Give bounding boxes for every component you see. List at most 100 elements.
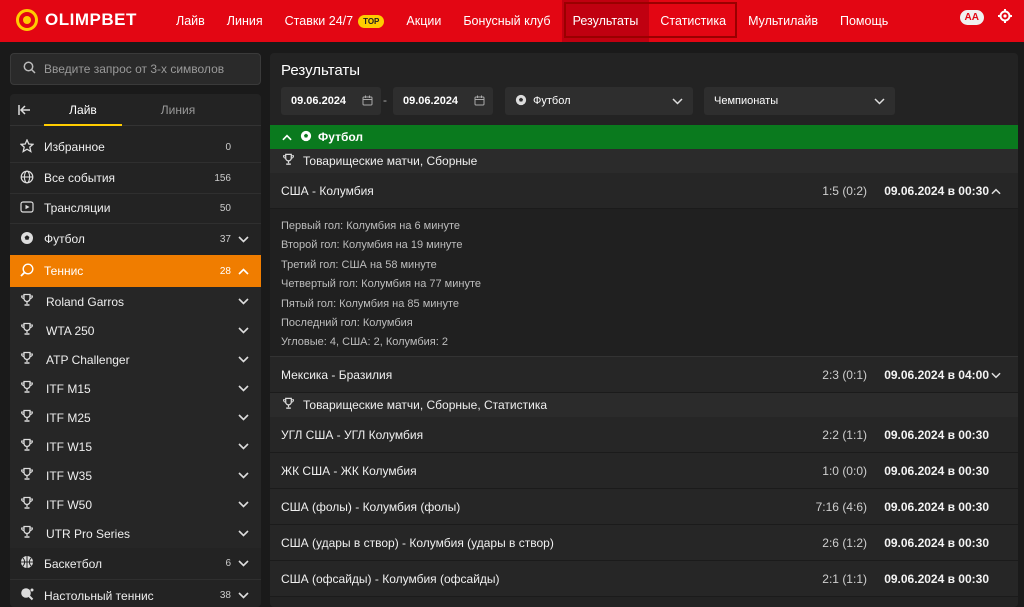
sidebar-item-count: 37 — [219, 233, 231, 245]
sidebar-item-label: ITF W35 — [46, 468, 93, 483]
soccer-ball-icon — [300, 130, 312, 145]
sidebar-subitem-itf-w50[interactable]: ITF W50 — [10, 490, 261, 519]
sidebar-item-label: Баскетбол — [44, 556, 102, 571]
chevron-down-icon[interactable] — [991, 368, 1001, 382]
tab-line[interactable]: Линия — [128, 103, 228, 117]
match-score: 1:5 (0:2) — [822, 183, 867, 198]
date-to-field[interactable]: 09.06.2024 — [393, 87, 493, 115]
date-to-value: 09.06.2024 — [403, 95, 459, 107]
settings-gear-icon[interactable] — [998, 9, 1012, 26]
sidebar-item-table-tennis[interactable]: Настольный теннис 38 — [10, 580, 261, 607]
chevron-up-icon[interactable] — [991, 184, 1001, 198]
sidebar-item-tennis[interactable]: Теннис 28 — [10, 255, 261, 287]
font-size-toggle[interactable]: AA — [959, 10, 984, 25]
sidebar-item-label: Трансляции — [44, 201, 111, 215]
nav-promotions[interactable]: Акции — [395, 0, 452, 42]
search-input[interactable]: Введите запрос от 3-х символов — [44, 62, 224, 76]
chevron-down-icon[interactable] — [237, 443, 249, 450]
collapse-sidebar-icon[interactable] — [10, 104, 38, 115]
match-row[interactable]: ЖК США - ЖК Колумбия 1:0 (0:0) 09.06.202… — [270, 453, 1018, 489]
league-header: Товарищеские матчи, Сборные, Статистика — [270, 393, 1018, 417]
chevron-down-icon[interactable] — [237, 298, 249, 305]
chevron-down-icon — [672, 96, 683, 108]
match-row[interactable]: США (офсайды) - Колумбия (офсайды) 2:1 (… — [270, 561, 1018, 597]
sidebar-subitem-utr-pro-series[interactable]: UTR Pro Series — [10, 519, 261, 548]
search-box[interactable]: Введите запрос от 3-х символов — [10, 53, 261, 85]
chevron-down-icon[interactable] — [237, 385, 249, 392]
trophy-icon — [282, 153, 295, 169]
date-from-field[interactable]: 09.06.2024 — [281, 87, 381, 115]
nav-bets-24-7[interactable]: Ставки 24/7 TOP — [274, 0, 396, 42]
match-score: 2:2 (1:1) — [822, 427, 867, 442]
soccer-ball-icon — [20, 231, 34, 248]
nav-bets-24-7-label: Ставки 24/7 — [284, 14, 354, 28]
league-header: Товарищеские матчи, Сборные — [270, 149, 1018, 173]
match-row[interactable]: Мексика - Бразилия 2:3 (0:1) 09.06.2024 … — [270, 357, 1018, 393]
sport-select[interactable]: Футбол — [505, 87, 693, 115]
sidebar-item-label: Настольный теннис — [44, 588, 154, 603]
search-icon — [23, 61, 36, 77]
page-title: Результаты — [281, 62, 360, 79]
chevron-down-icon[interactable] — [237, 414, 249, 421]
sidebar-subitem-itf-m15[interactable]: ITF M15 — [10, 374, 261, 403]
championship-select[interactable]: Чемпионаты — [704, 87, 895, 115]
chevron-down-icon[interactable] — [237, 560, 249, 567]
tennis-icon — [20, 262, 34, 280]
match-row[interactable]: США (фолы) - Колумбия (фолы) 7:16 (4:6) … — [270, 489, 1018, 525]
chevron-down-icon[interactable] — [237, 327, 249, 334]
sidebar-item-label: ATP Challenger — [46, 352, 130, 367]
nav-multilive[interactable]: Мультилайв — [737, 0, 829, 42]
sidebar-item-football[interactable]: Футбол 37 — [10, 224, 261, 254]
chevron-down-icon[interactable] — [237, 235, 249, 243]
match-score: 2:1 (1:1) — [822, 571, 867, 586]
calendar-icon[interactable] — [474, 95, 485, 109]
sidebar-item-broadcasts[interactable]: Трансляции 50 — [10, 193, 261, 223]
main-nav: Лайв Линия Ставки 24/7 TOP Акции Бонусны… — [165, 0, 899, 42]
sidebar-subitem-wta-250[interactable]: WTA 250 — [10, 316, 261, 345]
sidebar-item-count: 28 — [219, 265, 231, 277]
sidebar-subitem-itf-w15[interactable]: ITF W15 — [10, 432, 261, 461]
match-score: 1:0 (0:0) — [822, 463, 867, 478]
sidebar-subitem-atp-challenger[interactable]: ATP Challenger — [10, 345, 261, 374]
sidebar-subitem-itf-w35[interactable]: ITF W35 — [10, 461, 261, 490]
nav-line[interactable]: Линия — [216, 0, 274, 42]
detail-line: Последний гол: Колумбия — [281, 316, 413, 329]
chevron-down-icon[interactable] — [237, 592, 249, 599]
match-row[interactable]: США - Колумбия 1:5 (0:2) 09.06.2024 в 00… — [270, 173, 1018, 209]
detail-line: Первый гол: Колумбия на 6 минуте — [281, 220, 460, 232]
chevron-down-icon[interactable] — [237, 501, 249, 508]
sidebar-subitem-itf-m25[interactable]: ITF M25 — [10, 403, 261, 432]
chevron-down-icon[interactable] — [237, 472, 249, 479]
chevron-up-icon[interactable] — [282, 130, 292, 144]
olimpbet-logo[interactable]: OLIMPBET — [16, 9, 137, 31]
nav-help[interactable]: Помощь — [829, 0, 899, 42]
results-panel: Результаты 09.06.2024 - 09.06.2024 Футбо… — [270, 53, 1018, 607]
nav-live[interactable]: Лайв — [165, 0, 216, 42]
tab-live[interactable]: Лайв — [38, 94, 128, 126]
calendar-icon[interactable] — [362, 95, 373, 109]
match-teams: США (офсайды) - Колумбия (офсайды) — [281, 571, 500, 586]
sidebar-item-label: WTA 250 — [46, 323, 95, 338]
match-row[interactable]: США (удары в створ) - Колумбия (удары в … — [270, 525, 1018, 561]
basketball-icon — [20, 555, 34, 572]
nav-bonus-club[interactable]: Бонусный клуб — [452, 0, 561, 42]
trophy-icon — [20, 409, 34, 426]
chevron-up-icon[interactable] — [237, 267, 249, 275]
detail-line: Пятый гол: Колумбия на 85 минуте — [281, 297, 460, 310]
trophy-icon — [20, 525, 34, 542]
championship-select-value: Чемпионаты — [714, 95, 779, 107]
match-datetime: 09.06.2024 в 00:30 — [884, 427, 989, 442]
match-teams: США - Колумбия — [281, 183, 374, 198]
sidebar-item-label: Roland Garros — [46, 294, 125, 309]
sidebar-subitem-roland-garros[interactable]: Roland Garros — [10, 287, 261, 316]
globe-icon — [20, 170, 34, 187]
trophy-icon — [20, 467, 34, 484]
sidebar-item-all-events[interactable]: Все события 156 — [10, 163, 261, 193]
sidebar-item-basketball[interactable]: Баскетбол 6 — [10, 548, 261, 579]
match-row[interactable]: УГЛ США - УГЛ Колумбия 2:2 (1:1) 09.06.2… — [270, 417, 1018, 453]
sidebar-item-favorites[interactable]: Избранное 0 — [10, 132, 261, 162]
match-teams: ЖК США - ЖК Колумбия — [281, 463, 417, 478]
chevron-down-icon[interactable] — [237, 530, 249, 537]
chevron-down-icon[interactable] — [237, 356, 249, 363]
sport-header-football[interactable]: Футбол — [270, 125, 1018, 149]
